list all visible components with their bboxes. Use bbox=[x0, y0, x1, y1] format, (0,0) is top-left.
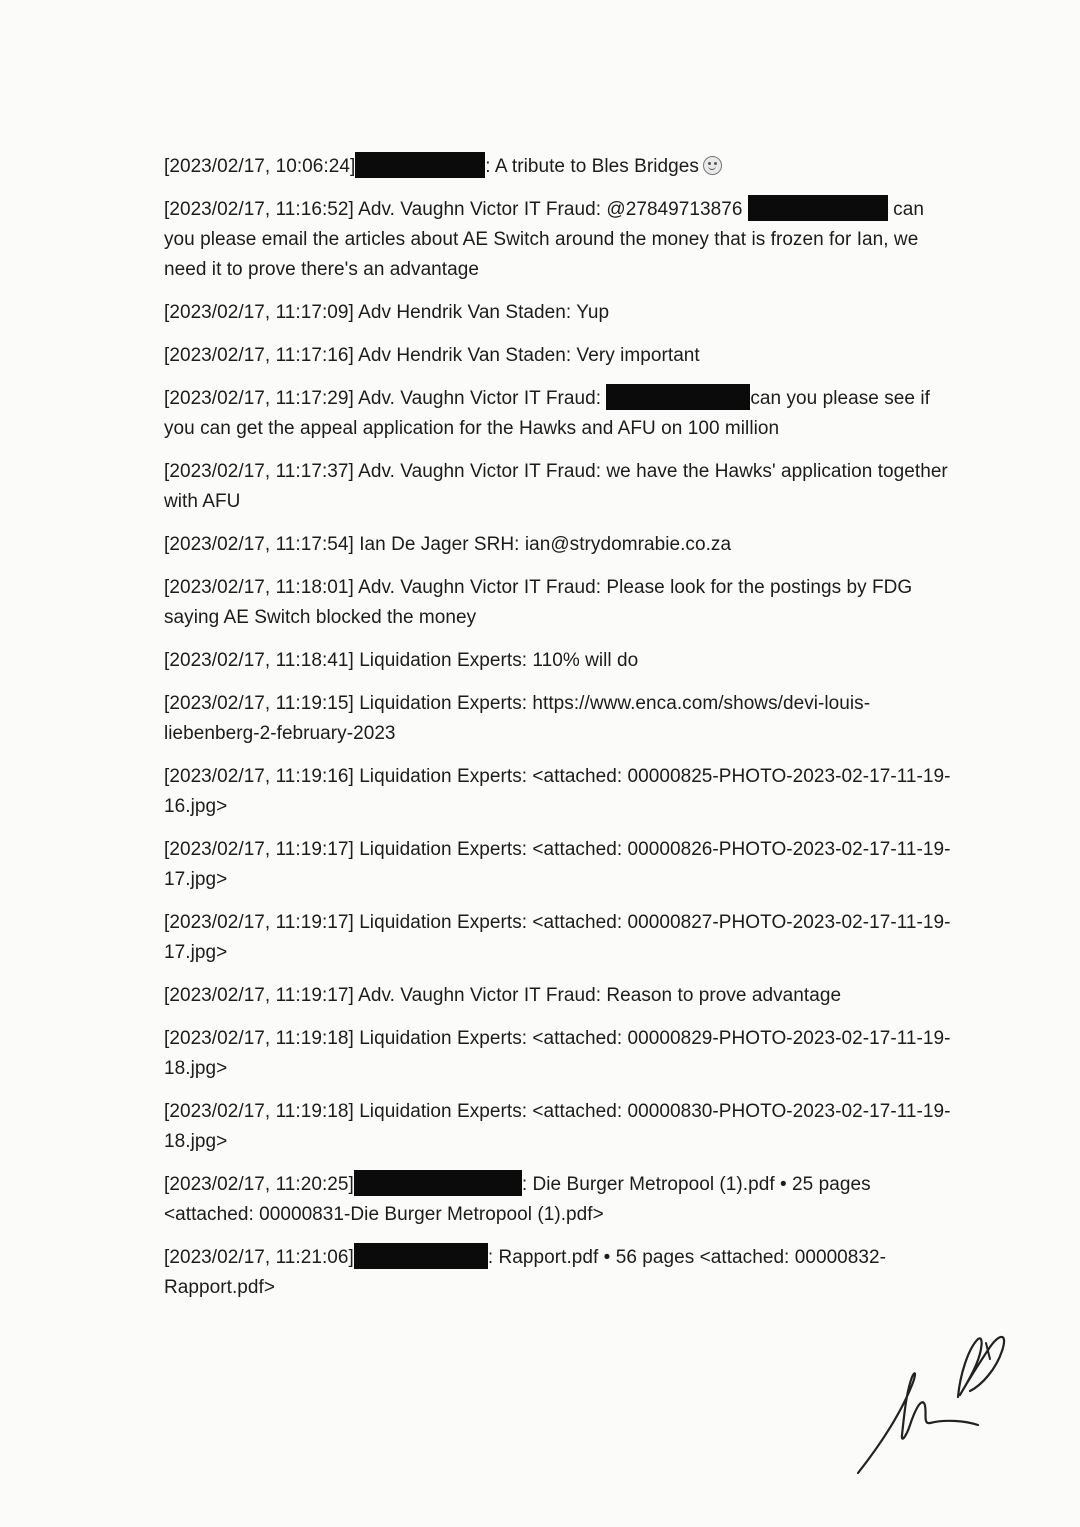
handwritten-signature bbox=[856, 1335, 1006, 1475]
message-text: Ian De Jager SRH: ian@strydomrabie.co.za bbox=[353, 534, 732, 555]
message-timestamp: [2023/02/17, 11:19:18] bbox=[164, 1028, 354, 1049]
message-text: Adv Hendrik Van Staden: Very important bbox=[353, 345, 700, 366]
redaction-bar bbox=[353, 1243, 488, 1269]
redaction-bar bbox=[606, 384, 751, 410]
message-text: Liquidation Experts: 110% will do bbox=[353, 650, 639, 671]
message-timestamp: [2023/02/17, 11:19:17] bbox=[164, 912, 354, 933]
redaction-bar bbox=[747, 195, 888, 221]
message-timestamp: [2023/02/17, 11:18:01] bbox=[164, 577, 354, 598]
message: [2023/02/17, 11:17:54] Ian De Jager SRH:… bbox=[164, 530, 954, 560]
message-timestamp: [2023/02/17, 11:19:17] bbox=[164, 985, 354, 1006]
message-timestamp: [2023/02/17, 11:17:09] bbox=[164, 302, 354, 323]
message: [2023/02/17, 11:19:17] Liquidation Exper… bbox=[164, 835, 954, 895]
message: [2023/02/17, 11:17:37] Adv. Vaughn Victo… bbox=[164, 457, 954, 517]
message: [2023/02/17, 11:18:41] Liquidation Exper… bbox=[164, 646, 954, 676]
message-timestamp: [2023/02/17, 11:19:17] bbox=[164, 839, 354, 860]
message: [2023/02/17, 11:16:52] Adv. Vaughn Victo… bbox=[164, 195, 954, 285]
document-page: [2023/02/17, 10:06:24] : A tribute to Ble… bbox=[0, 0, 1080, 1527]
message-timestamp: [2023/02/17, 11:17:29] bbox=[164, 388, 354, 409]
smiley-emoji-icon bbox=[702, 156, 722, 175]
message: [2023/02/17, 11:19:16] Liquidation Exper… bbox=[164, 762, 954, 822]
message-timestamp: [2023/02/17, 11:19:18] bbox=[164, 1101, 354, 1122]
message: [2023/02/17, 11:21:06]: Rapport.pdf • 56… bbox=[164, 1243, 954, 1303]
chat-transcript: [2023/02/17, 10:06:24] : A tribute to Ble… bbox=[164, 152, 954, 1316]
message: [2023/02/17, 11:18:01] Adv. Vaughn Victo… bbox=[164, 573, 954, 633]
message-sender: Adv. Vaughn Victor IT Fraud: @2784971387… bbox=[353, 199, 743, 220]
redaction-bar bbox=[355, 152, 486, 178]
message: [2023/02/17, 11:17:29] Adv. Vaughn Victo… bbox=[164, 384, 954, 444]
message: [2023/02/17, 11:19:15] Liquidation Exper… bbox=[164, 689, 954, 749]
message: [2023/02/17, 10:06:24] : A tribute to Ble… bbox=[164, 152, 954, 182]
message: [2023/02/17, 11:19:17] Adv. Vaughn Victo… bbox=[164, 981, 954, 1011]
message-text: : A tribute to Bles Bridges bbox=[485, 156, 699, 177]
redaction-bar bbox=[353, 1170, 522, 1196]
message-timestamp: [2023/02/17, 11:19:16] bbox=[164, 766, 354, 787]
message-timestamp: [2023/02/17, 11:17:37] bbox=[164, 461, 354, 482]
message-text: Adv Hendrik Van Staden: Yup bbox=[353, 302, 610, 323]
message: [2023/02/17, 11:19:18] Liquidation Exper… bbox=[164, 1024, 954, 1084]
message-text: Adv. Vaughn Victor IT Fraud: Reason to p… bbox=[353, 985, 842, 1006]
message-timestamp: [2023/02/17, 11:19:15] bbox=[164, 693, 354, 714]
message: [2023/02/17, 11:17:09] Adv Hendrik Van S… bbox=[164, 298, 954, 328]
message: [2023/02/17, 11:17:16] Adv Hendrik Van S… bbox=[164, 341, 954, 371]
message-timestamp: [2023/02/17, 11:17:16] bbox=[164, 345, 354, 366]
message-timestamp: [2023/02/17, 11:21:06] bbox=[164, 1247, 354, 1268]
message: [2023/02/17, 11:19:18] Liquidation Exper… bbox=[164, 1097, 954, 1157]
message-timestamp: [2023/02/17, 11:17:54] bbox=[164, 534, 354, 555]
message-timestamp: [2023/02/17, 11:20:25] bbox=[164, 1174, 354, 1195]
message-timestamp: [2023/02/17, 11:18:41] bbox=[164, 650, 354, 671]
message: [2023/02/17, 11:20:25]: Die Burger Metro… bbox=[164, 1170, 954, 1230]
message-timestamp: [2023/02/17, 10:06:24] bbox=[164, 156, 356, 177]
message: [2023/02/17, 11:19:17] Liquidation Exper… bbox=[164, 908, 954, 968]
message-timestamp: [2023/02/17, 11:16:52] bbox=[164, 199, 354, 220]
message-sender: Adv. Vaughn Victor IT Fraud: bbox=[353, 388, 607, 409]
